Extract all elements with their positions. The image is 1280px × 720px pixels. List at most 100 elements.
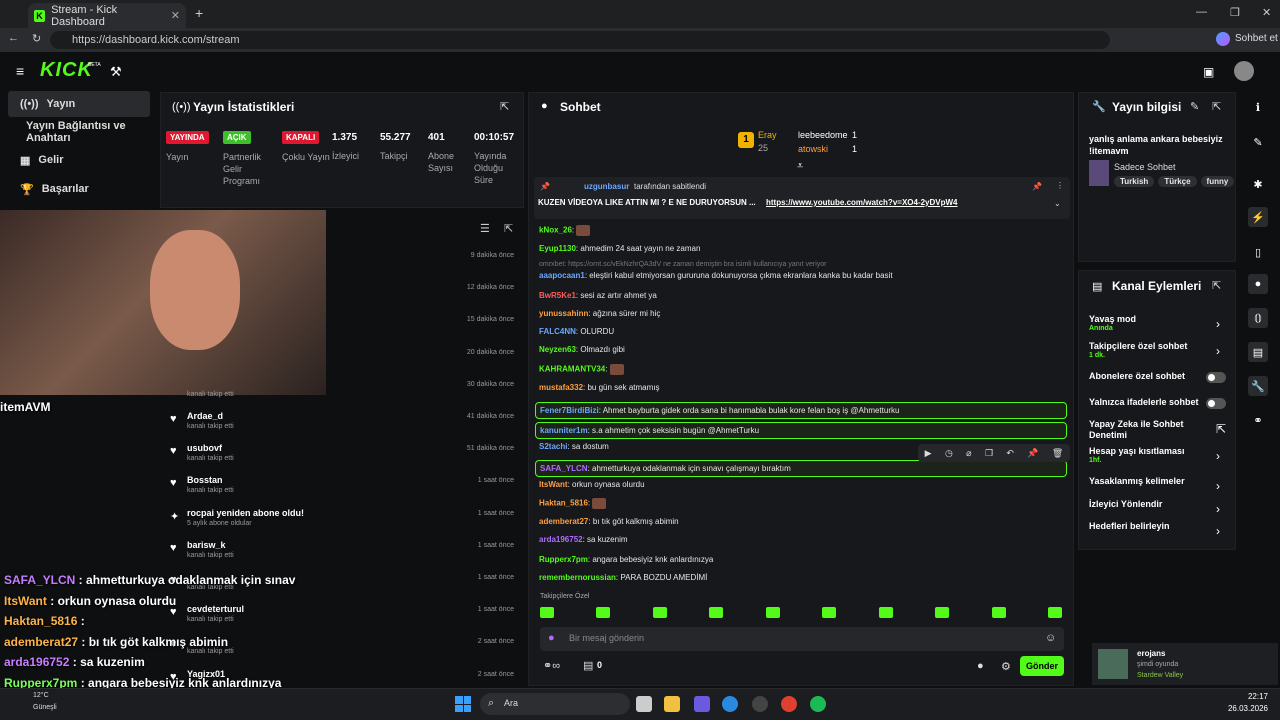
sidebar-item-basarilar[interactable]: 🏆 Başarılar <box>8 176 150 202</box>
activity-row[interactable]: ✦ rocpai yeniden abone oldu! 5 aylık abone… <box>160 504 522 536</box>
taskbar-search[interactable]: ⌕ Ara <box>480 693 630 715</box>
pin-message-icon[interactable]: 📌 <box>1027 448 1038 459</box>
tools-icon[interactable]: ⚒ <box>110 64 122 80</box>
chat-message[interactable]: remembernorussian: PARA BOZDU AMEDİMİ <box>539 573 707 582</box>
chat-message[interactable]: Neyzen63: Olmazdı gibi <box>539 345 625 354</box>
chat-message[interactable]: SAFA_YLCN: ahmetturkuya odaklanmak için … <box>535 460 1067 477</box>
chat-message[interactable]: yunussahinn: ağzına sürer mi hiç <box>539 309 660 318</box>
action-row[interactable]: Hedefleri belirleyin <box>1089 521 1229 532</box>
action-row[interactable]: Yasaklanmış kelimeler <box>1089 476 1229 487</box>
sidebar-item-yayin[interactable]: ((•)) Yayın <box>8 91 150 117</box>
browser-tab[interactable]: K Stream - Kick Dashboard ✕ <box>28 3 186 28</box>
chat-rail-icon[interactable]: ● <box>1248 274 1268 294</box>
emote-icon[interactable] <box>878 607 893 618</box>
undo-icon[interactable]: ↶ <box>1006 448 1014 459</box>
chat-username[interactable]: FALC4NN <box>539 327 576 336</box>
action-row[interactable]: Yapay Zeka ile Sohbet Denetimi <box>1089 419 1229 441</box>
timeout-icon[interactable]: ◷ <box>945 448 953 459</box>
chat-username[interactable]: Rupperx7pm <box>539 555 588 564</box>
wrench-rail-icon[interactable]: 🔧 <box>1248 376 1268 396</box>
action-row[interactable]: Takipçilere özel sohbet 1 dk. <box>1089 341 1229 359</box>
tag[interactable]: Turkish <box>1114 176 1155 187</box>
pencil-icon[interactable]: ✎ <box>1248 132 1268 152</box>
emote-icon[interactable] <box>765 607 780 618</box>
ban-icon[interactable]: ⌀ <box>966 448 971 459</box>
kick-logo[interactable]: KICK <box>40 59 93 82</box>
emote-icon[interactable] <box>991 607 1006 618</box>
chrome-icon[interactable] <box>781 696 797 712</box>
obs-icon[interactable] <box>752 696 768 712</box>
mic-icon[interactable]: ● <box>548 632 555 644</box>
url-field[interactable]: https://dashboard.kick.com/stream <box>50 31 1110 49</box>
emote-icon[interactable] <box>1047 607 1062 618</box>
chat-username[interactable]: aaapocaan1 <box>539 271 585 280</box>
activity-row[interactable]: ♥ cevdeterturul kanalı takip etti 1 saat ön… <box>160 600 522 632</box>
gear-icon[interactable]: ⚙ <box>1001 660 1011 673</box>
chevron-right-icon[interactable]: › <box>1216 317 1220 331</box>
reply-icon[interactable]: ▶ <box>925 448 932 459</box>
delete-icon[interactable]: 🗑 <box>1052 448 1063 459</box>
sidebar-item-stream-key[interactable]: Yayın Bağlantısı ve Anahtarı <box>8 119 158 145</box>
chat-username[interactable]: Fener7BirdiBizi <box>540 406 599 415</box>
chat-message[interactable]: Eyup1130: ahmedim 24 saat yayın ne zaman <box>539 244 700 253</box>
collapse-icon[interactable]: ⌄ <box>1054 199 1061 208</box>
activity-row[interactable]: 12 dakika önce <box>160 278 522 310</box>
reload-icon[interactable]: ↻ <box>32 32 41 45</box>
tag[interactable]: Türkçe <box>1158 176 1197 187</box>
document-icon[interactable]: ▯ <box>1248 242 1268 262</box>
emote-icon[interactable] <box>709 607 724 618</box>
bug-icon[interactable]: ✱ <box>1248 174 1268 194</box>
chat-username[interactable]: remembernorussian <box>539 573 616 582</box>
chevron-right-icon[interactable]: › <box>1216 449 1220 463</box>
share-icon[interactable]: ⚭ <box>1248 410 1268 430</box>
chat-message[interactable]: S2tachi: sa dostum <box>539 442 609 451</box>
lightning-icon[interactable]: ⚡ <box>1248 207 1268 227</box>
unpin-icon[interactable]: 📌 <box>1032 182 1042 191</box>
toggle[interactable] <box>1206 372 1226 383</box>
expand-leaders-icon[interactable]: ⩡ <box>797 160 803 173</box>
chat-username[interactable]: Neyzen63 <box>539 345 576 354</box>
window-close-icon[interactable]: ✕ <box>1262 6 1271 19</box>
chat-message[interactable]: aaapocaan1: eleştiri kabul etmiyorsan gu… <box>539 271 893 280</box>
chevron-right-icon[interactable]: › <box>1216 479 1220 493</box>
gift-icon[interactable]: ▤ <box>583 659 593 672</box>
popout-icon[interactable]: ⇱ <box>500 100 509 113</box>
close-tab-icon[interactable]: ✕ <box>171 9 180 22</box>
chevron-right-icon[interactable]: › <box>1216 502 1220 516</box>
chat-message[interactable]: FALC4NN: OLURDU <box>539 327 614 336</box>
activity-row[interactable]: 20 dakika önce <box>160 343 522 375</box>
hamburger-menu-icon[interactable]: ≡ <box>16 63 24 79</box>
chat-username[interactable]: S2tachi <box>539 442 567 451</box>
chat-username[interactable]: kNox_26 <box>539 226 572 235</box>
studio-icon[interactable]: ▣ <box>1203 65 1214 79</box>
new-tab-icon[interactable]: + <box>195 5 203 21</box>
actions-popout-icon[interactable]: ⇱ <box>1212 279 1221 292</box>
activity-row[interactable]: ♥ Bosstan kanalı takip etti 1 saat önce <box>160 471 522 503</box>
chat-username[interactable]: Eyup1130 <box>539 244 576 253</box>
chat-username[interactable]: BwR5Ke1 <box>539 291 576 300</box>
send-button[interactable]: Gönder <box>1020 656 1064 676</box>
chat-message[interactable]: arda196752: sa kuzenim <box>539 535 628 544</box>
chat-message[interactable]: kanuniter1m: s.a ahmetim çok seksisin bu… <box>535 422 1067 439</box>
emote-icon[interactable] <box>822 607 837 618</box>
category[interactable]: Sadece Sohbet <box>1114 162 1176 172</box>
chevron-right-icon[interactable]: › <box>1216 524 1220 538</box>
windows-start-icon[interactable] <box>455 696 471 712</box>
viewers-link-icon[interactable]: ⚭∞ <box>543 659 560 672</box>
action-row[interactable]: Hesap yaşı kısıtlaması 1hf. <box>1089 446 1229 464</box>
task-view-icon[interactable] <box>636 696 652 712</box>
chevron-right-icon[interactable]: › <box>1216 344 1220 358</box>
file-explorer-icon[interactable] <box>664 696 680 712</box>
minimize-icon[interactable]: — <box>1196 6 1207 18</box>
spotify-icon[interactable] <box>810 696 826 712</box>
action-row[interactable]: İzleyici Yönlendir <box>1089 499 1229 510</box>
chat-message[interactable]: Rupperx7pm: angara bebesiyiz knk anlardı… <box>539 555 713 564</box>
activity-popout-icon[interactable]: ⇱ <box>504 222 513 235</box>
activity-row[interactable]: kanalı takip etti 30 dakika önce <box>160 375 522 407</box>
chat-message[interactable]: ItsWant: orkun oynasa olurdu <box>539 480 645 489</box>
activity-row[interactable]: ♥ Ardae_d kanalı takip etti 41 dakika önce <box>160 407 522 439</box>
chat-input[interactable]: ● Bir mesaj gönderin ☺ <box>540 627 1064 651</box>
chat-message[interactable]: mustafa332: bu gün sek atmamış <box>539 383 660 392</box>
emoji-icon[interactable]: ☺ <box>1045 632 1056 644</box>
chat-message[interactable]: kNox_26: <box>539 225 591 236</box>
